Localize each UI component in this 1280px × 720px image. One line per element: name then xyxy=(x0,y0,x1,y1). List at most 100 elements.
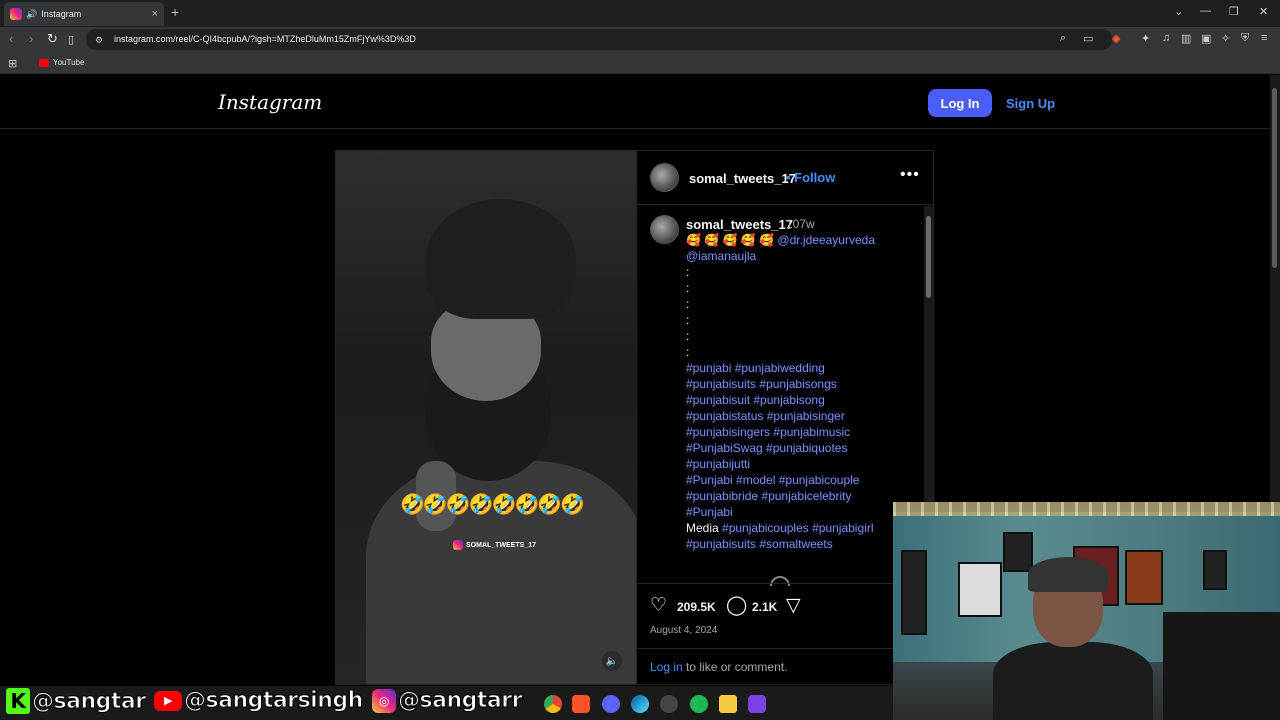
watermark-handle: SOMAL_TWEETS_17 xyxy=(466,541,537,549)
back-icon[interactable]: ‹ xyxy=(9,31,13,46)
video-emoji-overlay: 🤣🤣🤣🤣🤣🤣🤣🤣 xyxy=(400,494,585,516)
window-close-icon[interactable]: ✕ xyxy=(1259,5,1268,18)
login-divider xyxy=(637,648,934,649)
extensions-icon[interactable]: ✦ xyxy=(1141,32,1150,45)
leo-ai-icon[interactable]: ✧ xyxy=(1221,32,1230,45)
hashtag-line[interactable]: #Punjabi #model #punjabicouple xyxy=(686,472,916,488)
author-username[interactable]: somal_tweets_17 xyxy=(689,171,796,186)
hashtag-line[interactable]: #punjabistatus #punjabisinger xyxy=(686,408,916,424)
edge-taskbar-icon[interactable] xyxy=(631,695,649,713)
webcam-person-beanie xyxy=(1028,557,1108,592)
signup-link[interactable]: Sign Up xyxy=(1006,96,1055,111)
brave-taskbar-icon[interactable] xyxy=(572,695,590,713)
caption-media-line: Media #punjabicouples #punjabigirl xyxy=(686,520,916,536)
forward-icon[interactable]: › xyxy=(29,31,33,46)
wallet-icon[interactable]: ▣ xyxy=(1201,32,1211,45)
video-watermark: SOMAL_TWEETS_17 xyxy=(453,540,536,550)
media-icon[interactable]: ♫ xyxy=(1162,32,1170,44)
minimize-icon[interactable]: — xyxy=(1200,5,1211,17)
mute-toggle-icon[interactable]: 🔈 xyxy=(602,651,622,671)
webcam-string-lights xyxy=(893,502,1280,516)
hashtag-line[interactable]: #punjabisingers #punjabimusic xyxy=(686,424,916,440)
url-text[interactable]: instagram.com/reel/C-QI4bcpubA/?igsh=MTZ… xyxy=(114,34,416,44)
hashtag-line[interactable]: #Punjabi xyxy=(686,504,916,520)
caption-dot: : xyxy=(686,281,690,295)
caption-media-word: Media xyxy=(686,521,719,535)
new-tab-button[interactable]: + xyxy=(171,4,179,20)
zoom-icon[interactable]: ⌕ xyxy=(1060,32,1066,45)
tab-search-chevron-icon[interactable]: ⌄ xyxy=(1174,5,1183,18)
hashtag-line[interactable]: #punjabisuit #punjabisong xyxy=(686,392,916,408)
hashtag-media-tags[interactable]: #punjabicouples #punjabigirl xyxy=(722,521,873,535)
author-avatar[interactable] xyxy=(650,163,679,192)
file-explorer-taskbar-icon[interactable] xyxy=(719,695,737,713)
hashtag-line[interactable]: #punjabijutti xyxy=(686,456,916,472)
instagram-favicon-icon xyxy=(10,8,22,20)
chrome-taskbar-icon[interactable] xyxy=(544,695,562,713)
instagram-header xyxy=(0,75,1270,129)
like-heart-icon[interactable]: ♡ xyxy=(650,594,667,617)
caption-dot: : xyxy=(686,313,690,327)
kick-handle: @sangtar xyxy=(32,688,147,714)
spotify-taskbar-icon[interactable] xyxy=(690,695,708,713)
follow-button[interactable]: • Follow xyxy=(786,170,835,185)
bookmarks-bar xyxy=(0,52,1280,74)
webcam-poster xyxy=(1125,550,1163,605)
post-caption: 🥰 🥰 🥰 🥰 🥰 @dr.jdeeayurveda @iamanaujla :… xyxy=(686,232,916,552)
login-button[interactable]: Log In xyxy=(928,89,992,117)
youtube-logo-icon: ▶ xyxy=(154,690,182,711)
page-scrollbar-thumb[interactable] xyxy=(1272,88,1277,268)
caption-avatar[interactable] xyxy=(650,215,679,244)
bookmark-youtube[interactable]: YouTube xyxy=(39,58,84,67)
youtube-handle-group: ▶ @sangtarsingh xyxy=(154,688,364,714)
share-send-icon[interactable]: ▽ xyxy=(786,594,801,617)
tab-title: Instagram xyxy=(41,9,82,19)
webcam-person-shirt xyxy=(993,642,1153,720)
vpn-icon[interactable]: ⛨ xyxy=(1241,32,1249,45)
app-taskbar-icon[interactable] xyxy=(748,695,766,713)
instagram-logo-icon: ◎ xyxy=(372,688,396,713)
browser-tab-instagram[interactable]: 🔊 Instagram × xyxy=(4,2,164,26)
login-to-like-link[interactable]: Log in xyxy=(650,660,683,674)
brave-shield-icon[interactable]: ◆ xyxy=(1112,32,1120,45)
mention-iamanaujla[interactable]: @iamanaujla xyxy=(686,248,916,264)
actions-divider xyxy=(637,583,934,584)
tab-close-icon[interactable]: × xyxy=(152,8,158,20)
hashtag-line[interactable]: #PunjabiSwag #punjabiquotes xyxy=(686,440,916,456)
caption-line-1: 🥰 🥰 🥰 🥰 🥰 @dr.jdeeayurveda xyxy=(686,232,916,248)
restore-icon[interactable]: ❐ xyxy=(1229,5,1239,18)
comment-icon[interactable]: ◯ xyxy=(726,594,747,617)
instagram-logo[interactable]: Instagram xyxy=(218,90,322,114)
caption-dot: : xyxy=(686,329,690,343)
hashtag-line[interactable]: #punjabibride #punjabicelebrity xyxy=(686,488,916,504)
reload-icon[interactable]: ↻ xyxy=(47,31,58,47)
instagram-handle: @sangtarr xyxy=(398,688,523,714)
menu-icon[interactable]: ≡ xyxy=(1261,32,1267,44)
apps-grid-icon[interactable]: ⊞ xyxy=(8,57,17,70)
comment-count: 2.1K xyxy=(752,600,778,614)
caption-scrollbar-thumb[interactable] xyxy=(926,216,931,298)
mention-drjdeeayurveda[interactable]: @dr.jdeeayurveda xyxy=(777,233,875,247)
caption-username[interactable]: somal_tweets_17 xyxy=(686,217,793,232)
hashtag-line[interactable]: #punjabi #punjabiwedding xyxy=(686,360,916,376)
hashtag-last-line[interactable]: #punjabisuits #somaltweets xyxy=(686,536,916,552)
login-prompt-rest: to like or comment. xyxy=(682,660,788,674)
hashtag-line[interactable]: #punjabisuits #punjabisongs xyxy=(686,376,916,392)
cast-icon[interactable]: ▭ xyxy=(1083,32,1093,45)
instagram-handle-group: ◎ @sangtarr xyxy=(372,688,523,714)
post-date: August 4, 2024 xyxy=(650,625,718,636)
caption-dot: : xyxy=(686,345,690,359)
webcam-overlay xyxy=(893,502,1280,720)
watermark-instagram-icon xyxy=(453,540,463,550)
post-time-ago: 107w xyxy=(786,217,815,231)
audio-playing-icon[interactable]: 🔊 xyxy=(26,9,37,20)
reel-video[interactable] xyxy=(335,150,637,685)
discord-taskbar-icon[interactable] xyxy=(602,695,620,713)
site-info-icon[interactable]: ⚙ xyxy=(95,35,103,46)
sidebar-icon[interactable]: ▥ xyxy=(1181,32,1191,45)
obs-taskbar-icon[interactable] xyxy=(660,695,678,713)
bookmark-icon[interactable]: ▯ xyxy=(68,33,74,46)
more-options-icon[interactable]: ••• xyxy=(900,166,920,184)
browser-tab-bar xyxy=(0,0,1280,27)
kick-handle-group: K @sangtar xyxy=(6,688,147,714)
